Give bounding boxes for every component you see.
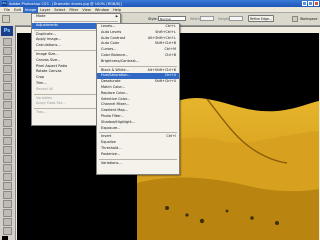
pen-tool-icon[interactable] [3, 164, 12, 172]
menu-item-label: Image Size... [36, 51, 59, 56]
type-tool-icon[interactable] [3, 173, 12, 181]
crop-tool-icon[interactable] [3, 74, 12, 82]
path-selection-tool-icon[interactable] [3, 182, 12, 190]
gradient-tool-icon[interactable] [3, 137, 12, 145]
menu-select[interactable]: Select [52, 7, 67, 13]
menu-item-label: Color Balance... [101, 52, 129, 57]
adjustments-item-posterize[interactable]: Posterize... [97, 152, 179, 158]
menu-item-label: Pixel Aspect Ratio [36, 63, 68, 68]
menu-separator [99, 65, 177, 67]
zoom-tool-icon[interactable] [3, 227, 12, 235]
style-select[interactable]: Normal [158, 16, 186, 21]
menu-item-label: Gradient Map... [101, 108, 129, 113]
menu-item-label: Trim... [36, 80, 47, 85]
eyedropper-tool-icon[interactable] [3, 209, 12, 217]
menu-item-label: Variables [36, 95, 52, 100]
blur-tool-icon[interactable] [3, 146, 12, 154]
menu-item-label: Calculations... [36, 43, 61, 48]
menu-item-label: Mode [36, 14, 46, 18]
workspace-dropdown-icon[interactable] [292, 16, 298, 22]
menu-item-label: Equalize [101, 140, 116, 145]
toolbox: Ps [0, 25, 16, 240]
height-field[interactable] [229, 16, 243, 21]
submenu-arrow-icon: ▶ [115, 14, 118, 18]
eraser-tool-icon[interactable] [3, 128, 12, 136]
menu-item-label: Canvas Size... [36, 57, 61, 62]
menu-window[interactable]: Window [93, 7, 111, 13]
menu-item-label: Channel Mixer... [101, 102, 130, 107]
clone-stamp-tool-icon[interactable] [3, 110, 12, 118]
menu-item-label: Adjustments [36, 22, 58, 27]
close-icon[interactable] [314, 1, 319, 6]
menu-separator [99, 132, 177, 134]
menu-view[interactable]: View [80, 7, 93, 13]
menu-help[interactable]: Help [111, 7, 123, 13]
marquee-tool-icon[interactable] [3, 47, 12, 55]
photoshop-badge-icon: Ps [1, 26, 13, 36]
menu-item-label: Auto Levels [101, 29, 122, 34]
menu-item-label: Black & White... [101, 67, 129, 72]
window-controls [302, 1, 319, 6]
menu-item-label: Apply Data Set... [36, 101, 66, 106]
menu-item-label: Match Color... [101, 84, 125, 89]
refine-edge-button[interactable]: Refine Edge... [248, 15, 274, 22]
minimize-icon[interactable] [302, 1, 307, 6]
menu-item-label: Duplicate... [36, 31, 57, 36]
menu-item-label: Selective Color... [101, 96, 131, 101]
menu-item-label: Crop [36, 75, 45, 80]
menu-item-label: Posterize... [101, 151, 121, 156]
menu-file[interactable]: File [2, 7, 12, 13]
menu-item-label: Desaturate [101, 79, 121, 84]
menu-item-label: Brightness/Contrast... [101, 58, 140, 63]
menu-item-label: Exposure... [101, 125, 121, 130]
photoshop-logo-icon: Ps [2, 1, 7, 6]
menu-item-label: Apply Image... [36, 37, 62, 42]
notes-tool-icon[interactable] [3, 200, 12, 208]
style-label: Style: [148, 17, 158, 21]
workspace-label[interactable]: Workspace [300, 17, 317, 21]
move-tool-icon[interactable] [3, 38, 12, 46]
menu-item-label: Auto Contrast [101, 35, 126, 40]
menu-edit[interactable]: Edit [12, 7, 23, 13]
healing-brush-tool-icon[interactable] [3, 92, 12, 100]
slice-tool-icon[interactable] [3, 83, 12, 91]
menu-item-label: Curves... [101, 47, 117, 52]
menu-item-label: Levels... [101, 24, 116, 28]
menu-layer[interactable]: Layer [38, 7, 52, 13]
menu-item-label: Threshold... [101, 145, 122, 150]
menu-image[interactable]: Image [22, 6, 39, 13]
magic-wand-tool-icon[interactable] [3, 65, 12, 73]
menu-item-label: Trap... [36, 110, 47, 115]
menu-item-label: Variations... [101, 160, 122, 165]
dodge-tool-icon[interactable] [3, 155, 12, 163]
hand-tool-icon[interactable] [3, 218, 12, 226]
window-title: Adobe Photoshop CS3 - [Dramatic dunes.jp… [9, 1, 122, 6]
maximize-icon[interactable] [308, 1, 313, 6]
shape-tool-icon[interactable] [3, 191, 12, 199]
menu-item-label: Shadow/Highlight... [101, 119, 136, 124]
menu-item-label: Rotate Canvas [36, 69, 62, 74]
menu-item-label: Replace Color... [101, 90, 129, 95]
adjustments-item-brightness-contrast[interactable]: Brightness/Contrast... [97, 59, 179, 65]
menu-item-label: Auto Color [101, 41, 120, 46]
image-menu-item-mode[interactable]: Mode ▶ [32, 14, 120, 20]
brush-tool-icon[interactable] [3, 101, 12, 109]
history-brush-tool-icon[interactable] [3, 119, 12, 127]
lasso-tool-icon[interactable] [3, 56, 12, 64]
menu-item-label: Reveal All [36, 86, 54, 91]
adjustments-item-exposure[interactable]: Exposure... [97, 126, 179, 132]
menu-separator [99, 158, 177, 160]
adjustments-item-variations[interactable]: Variations... [97, 161, 179, 167]
width-field[interactable] [200, 16, 214, 21]
menu-item-label: Invert [101, 134, 112, 139]
adjustments-submenu: Levels... Ctrl+L Auto Levels Shift+Ctrl+L Au… [96, 23, 180, 175]
menu-item-label: Hue/Saturation... [101, 73, 131, 78]
foreground-color-swatch[interactable] [2, 236, 8, 240]
marquee-tool-icon[interactable] [2, 15, 10, 23]
menu-filter[interactable]: Filter [67, 7, 80, 13]
menu-separator [34, 20, 118, 22]
menu-item-label: Photo Filter... [101, 113, 124, 118]
